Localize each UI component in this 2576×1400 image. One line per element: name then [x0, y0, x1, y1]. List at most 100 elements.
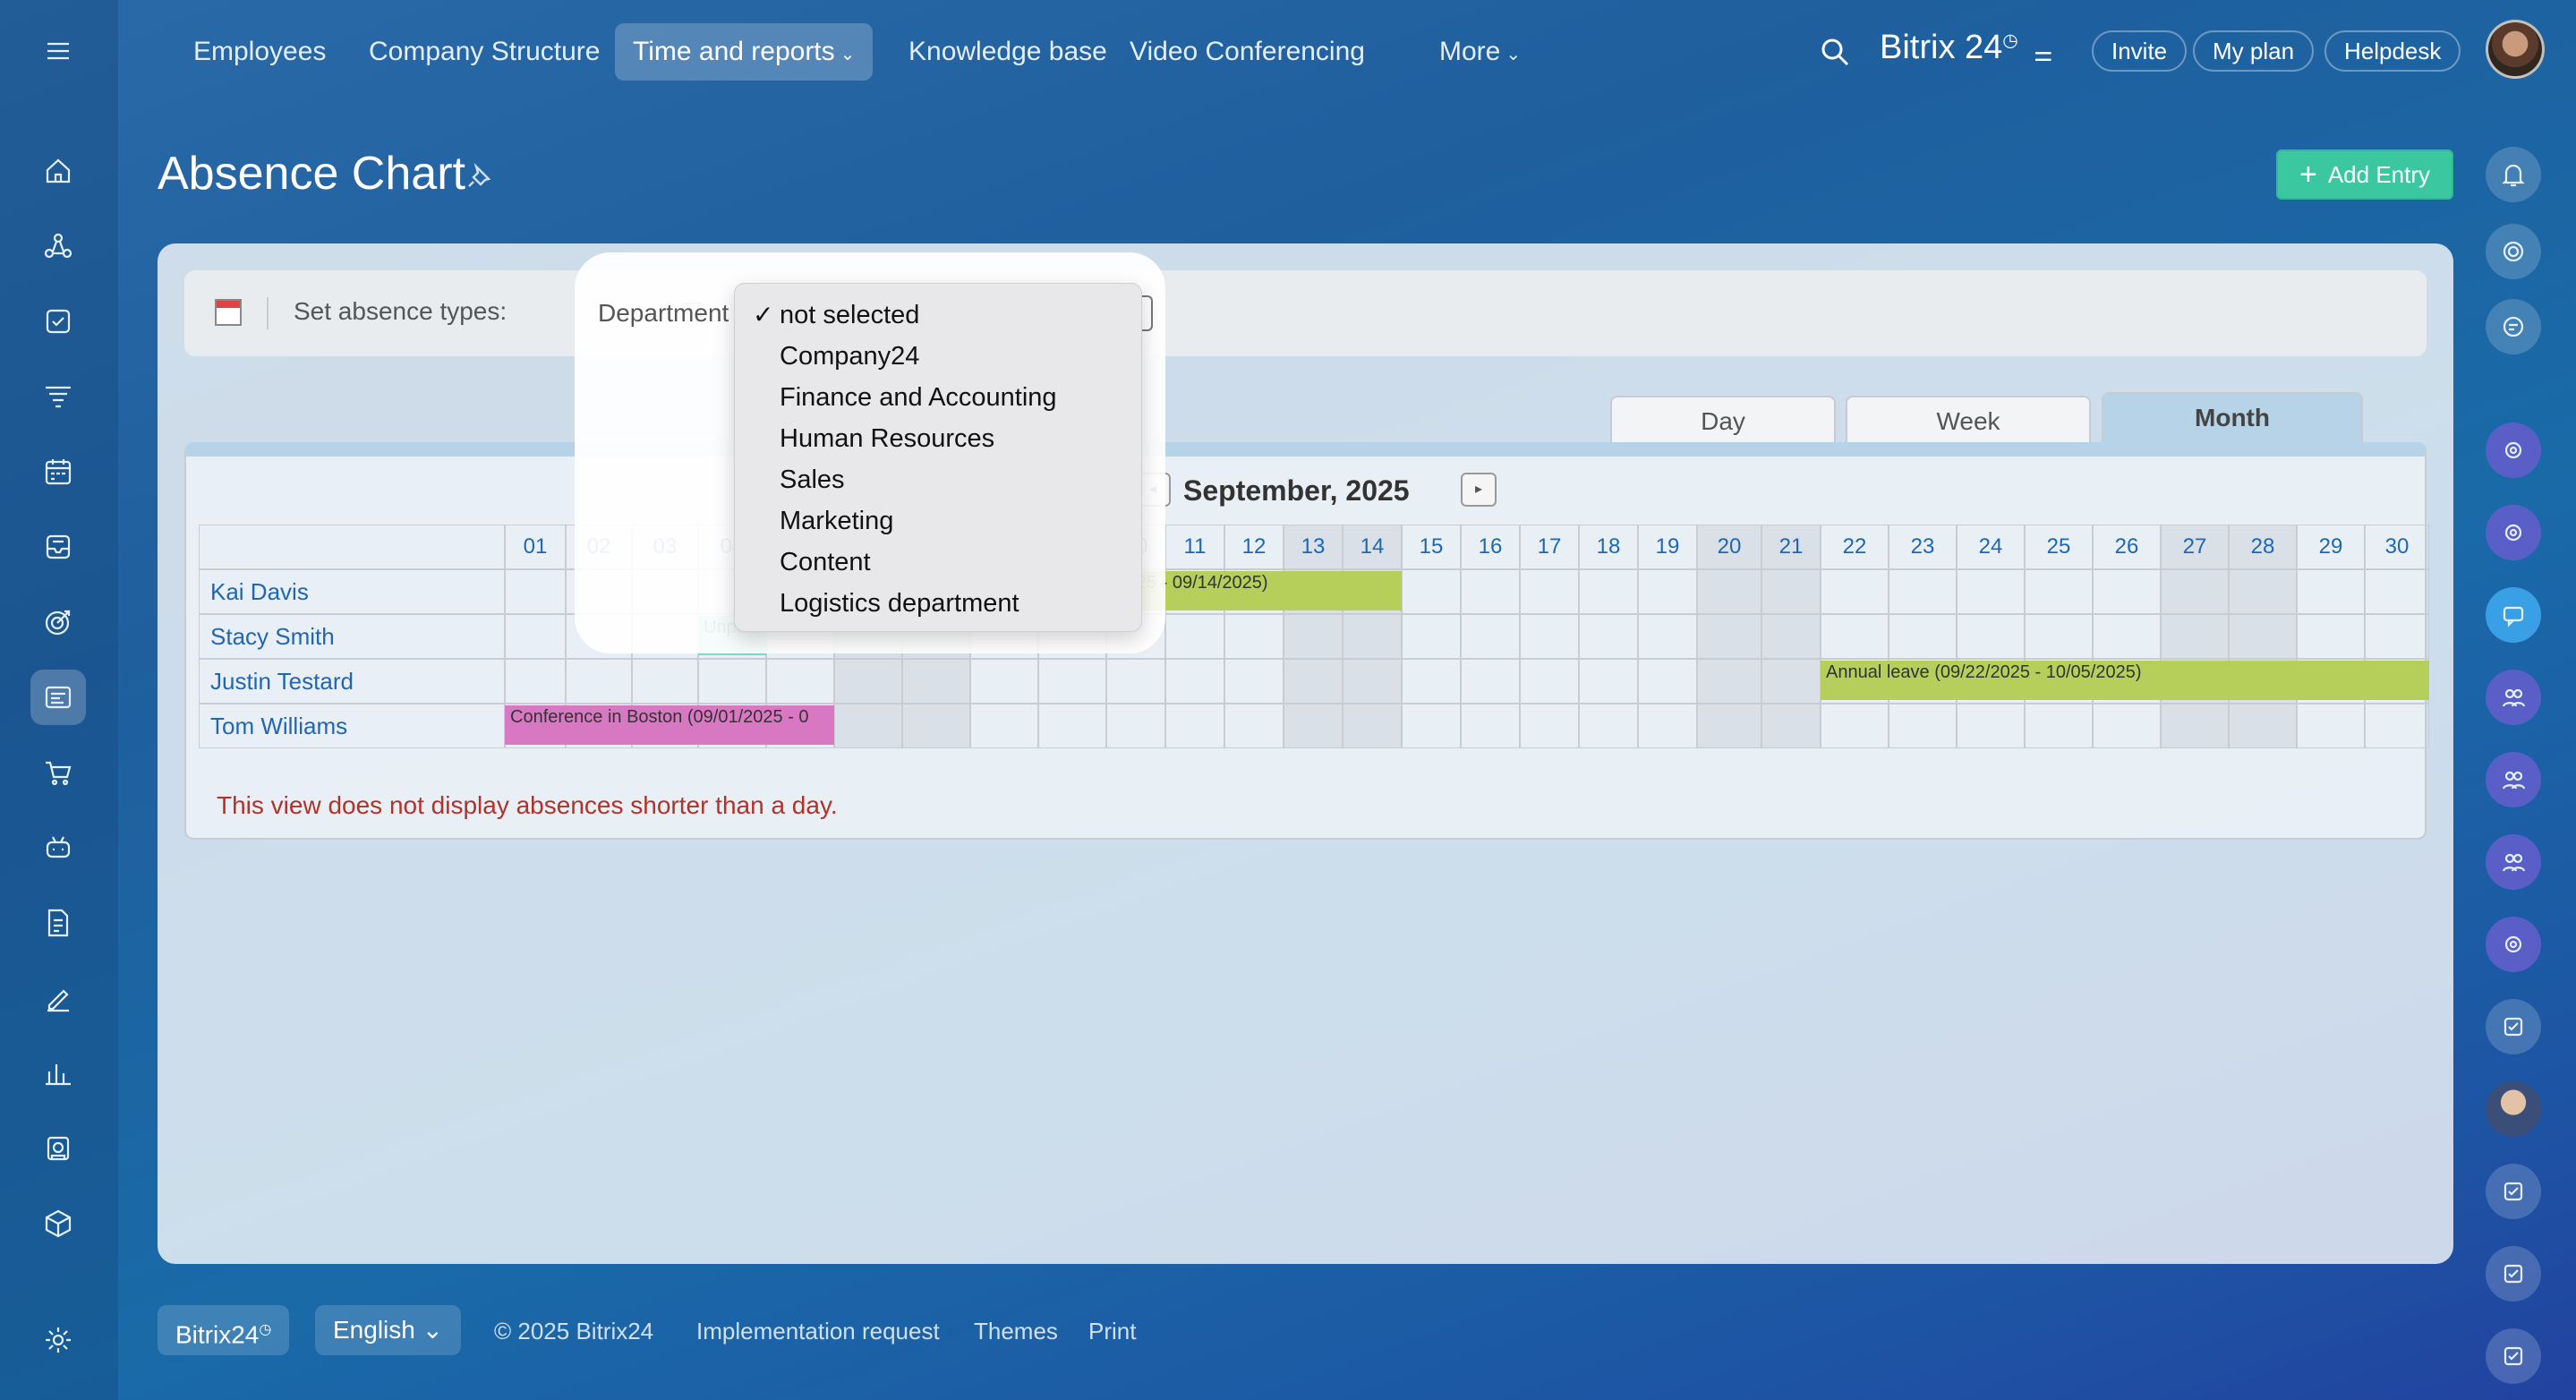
goals-icon[interactable] [30, 594, 86, 650]
users-icon[interactable] [2486, 670, 2541, 725]
nav-video-conferencing[interactable]: Video Conferencing [1112, 23, 1383, 81]
employee-name[interactable]: Justin Testard [199, 659, 505, 704]
user-avatar[interactable] [2486, 1081, 2541, 1137]
robot-icon[interactable] [30, 820, 86, 875]
group-chat-icon[interactable] [2486, 917, 2541, 972]
print-link[interactable]: Print [1088, 1318, 1136, 1345]
implementation-request-link[interactable]: Implementation request [696, 1318, 940, 1345]
day-cell [1579, 704, 1638, 748]
dropdown-option[interactable]: Logistics department [735, 583, 1141, 624]
copilot-icon[interactable] [2486, 224, 2541, 279]
avatar[interactable] [2486, 20, 2545, 79]
tab-day[interactable]: Day [1610, 396, 1836, 444]
task-chat-icon[interactable] [2486, 1164, 2541, 1219]
users-icon[interactable] [2486, 834, 2541, 890]
bell-icon[interactable] [2486, 147, 2541, 202]
chevron-down-icon: ⌄ [1506, 45, 1522, 64]
dropdown-option[interactable]: Finance and Accounting [735, 377, 1141, 418]
day-cell [1579, 614, 1638, 659]
dropdown-option[interactable]: Sales [735, 459, 1141, 500]
day-cell [1697, 569, 1761, 614]
day-header: 25 [2025, 525, 2093, 569]
divider [267, 297, 269, 329]
nav-company-structure[interactable]: Company Structure [351, 23, 618, 81]
day-cell [1957, 569, 2025, 614]
group-chat-icon[interactable] [2486, 423, 2541, 478]
calendar-icon[interactable] [215, 299, 242, 326]
absence-bar[interactable]: Conference in Boston (09/01/2025 - 0 [505, 705, 834, 745]
right-sidebar [2470, 104, 2576, 1400]
day-cell [2161, 614, 2229, 659]
inbox-icon[interactable] [30, 519, 86, 575]
day-cell [1889, 614, 1957, 659]
day-cell [1761, 704, 1821, 748]
day-cell [2297, 569, 2365, 614]
themes-link[interactable]: Themes [974, 1318, 1058, 1345]
day-header: 12 [1224, 525, 1284, 569]
task-chat-icon[interactable] [2486, 999, 2541, 1054]
task-chat-icon[interactable] [2486, 1246, 2541, 1302]
day-cell [1638, 614, 1697, 659]
tab-week[interactable]: Week [1846, 396, 2091, 444]
shop-icon[interactable] [30, 745, 86, 800]
dropdown-option[interactable]: Content [735, 542, 1141, 583]
funnel-icon[interactable] [30, 369, 86, 424]
day-header: 26 [2093, 525, 2161, 569]
dropdown-option-label: Content [780, 548, 871, 576]
next-month-button[interactable]: ▸ [1461, 473, 1497, 507]
dropdown-option[interactable]: ✓ not selected [735, 295, 1141, 336]
language-select[interactable]: English ⌄ [315, 1305, 462, 1355]
day-cell [1889, 704, 1957, 748]
settings-icon[interactable] [30, 1312, 86, 1368]
calendar-icon[interactable] [30, 444, 86, 499]
nav-more[interactable]: More ⌄ [1421, 23, 1539, 81]
employee-name[interactable]: Tom Williams [199, 704, 505, 748]
day-cell [1697, 659, 1761, 704]
home-icon[interactable] [30, 143, 86, 199]
documents-icon[interactable] [30, 895, 86, 951]
time-reports-icon[interactable] [30, 670, 86, 725]
group-chat-icon[interactable] [2486, 505, 2541, 560]
dropdown-option[interactable]: Marketing [735, 500, 1141, 542]
day-cell [2365, 704, 2429, 748]
footer-brand-button[interactable]: Bitrix24◷ [158, 1305, 290, 1355]
day-cell [1821, 569, 1889, 614]
left-sidebar [0, 0, 118, 1400]
nav-employees[interactable]: Employees [175, 23, 344, 81]
add-entry-button[interactable]: + Add Entry [2276, 149, 2453, 200]
messages-icon[interactable] [2486, 587, 2541, 643]
pin-icon[interactable] [465, 162, 492, 190]
nav-knowledge-base[interactable]: Knowledge base [891, 23, 1125, 81]
chat-search-icon[interactable] [2486, 299, 2541, 354]
department-dropdown[interactable]: ✓ not selected Company24 Finance and Accoun… [734, 283, 1142, 632]
task-chat-icon[interactable] [2486, 1328, 2541, 1384]
day-cell [1520, 659, 1579, 704]
helpdesk-button[interactable]: Helpdesk [2324, 30, 2461, 72]
dropdown-option[interactable]: Human Resources [735, 418, 1141, 459]
employee-name[interactable]: Kai Davis [199, 569, 505, 614]
invite-button[interactable]: Invite [2092, 30, 2188, 72]
sliders-icon[interactable]: ⚌ [2034, 41, 2053, 67]
tab-month[interactable]: Month [2102, 392, 2363, 444]
knowledge-icon[interactable] [30, 1121, 86, 1176]
employee-name[interactable]: Stacy Smith [199, 614, 505, 659]
sign-icon[interactable] [30, 970, 86, 1026]
day-cell [505, 569, 566, 614]
day-cell [1402, 569, 1461, 614]
analytics-icon[interactable] [30, 1046, 86, 1101]
users-icon[interactable] [2486, 752, 2541, 807]
dropdown-option[interactable]: Company24 [735, 336, 1141, 377]
day-cell [2297, 614, 2365, 659]
tasks-icon[interactable] [30, 294, 86, 349]
day-header: 11 [1165, 525, 1224, 569]
search-icon[interactable] [1817, 34, 1853, 70]
box-icon[interactable] [30, 1196, 86, 1251]
day-cell [2161, 569, 2229, 614]
menu-icon[interactable] [30, 23, 86, 79]
day-cell [902, 659, 970, 704]
nav-time-and-reports[interactable]: Time and reports ⌄ [615, 23, 874, 81]
crm-icon[interactable] [30, 218, 86, 274]
absence-bar[interactable]: Annual leave (09/22/2025 - 10/05/2025) [1821, 661, 2429, 700]
day-cell [2093, 569, 2161, 614]
my-plan-button[interactable]: My plan [2193, 30, 2315, 72]
